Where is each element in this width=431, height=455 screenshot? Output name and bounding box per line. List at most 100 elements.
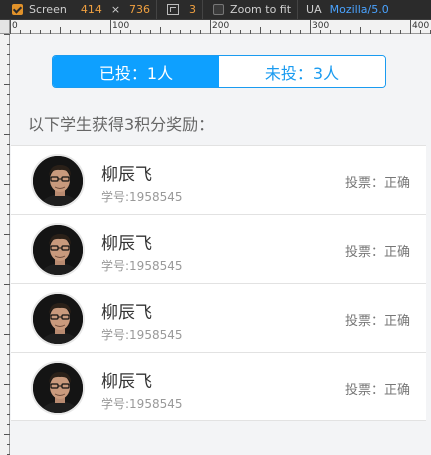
times-symbol: × (110, 3, 121, 16)
ruler-tick (20, 30, 21, 34)
divider (202, 0, 204, 19)
ruler-tick (4, 284, 10, 285)
ruler-tick (200, 30, 201, 34)
zoom-to-fit-label: Zoom to fit (230, 3, 292, 16)
avatar (31, 292, 85, 346)
vote-result: 投票：正确 (344, 245, 410, 260)
avatar (31, 154, 85, 208)
ruler-tick (40, 30, 41, 34)
vote-result: 投票：正确 (344, 314, 410, 329)
ruler-tick (80, 30, 81, 34)
ruler-tick (7, 374, 10, 375)
ruler-tick (7, 224, 10, 225)
vote-result: 投票：正确 (344, 176, 410, 191)
student-row[interactable]: 柳辰飞学号:1958545 投票：正确 (11, 214, 426, 283)
student-name: 柳辰飞 (101, 372, 152, 392)
ruler-tick (170, 30, 171, 34)
ruler-tick (410, 20, 411, 34)
screen-checkbox[interactable] (12, 4, 23, 15)
ruler-tick (4, 334, 10, 335)
student-id: 学号:1958545 (101, 397, 183, 411)
ruler-tick (7, 304, 10, 305)
ruler-tick (7, 44, 10, 45)
horizontal-ruler: 0 100 200 300 400 (10, 20, 431, 34)
ruler-label: 0 (12, 21, 18, 31)
ruler-tick (7, 324, 10, 325)
ruler-tick (4, 84, 10, 85)
ruler-tick (240, 30, 241, 34)
ruler-tick (160, 27, 161, 34)
student-id: 学号:1958545 (101, 328, 183, 342)
ruler-tick (70, 30, 71, 34)
ruler-tick (7, 124, 10, 125)
ruler-tick (370, 30, 371, 34)
ruler-tick (380, 30, 381, 34)
ruler-corner (0, 20, 10, 34)
student-row[interactable]: 柳辰飞学号:1958545 投票：正确 (11, 283, 426, 352)
ruler-tick (260, 27, 261, 34)
ruler-tick (7, 244, 10, 245)
student-row[interactable]: 柳辰飞 学号:1958545 投票：正确 (11, 352, 426, 421)
ruler-tick (150, 30, 151, 34)
student-row[interactable]: 柳辰飞学号:1958545 投票：正确 (11, 145, 426, 214)
ruler-tick (100, 30, 101, 34)
ruler-tick (10, 20, 11, 34)
ruler-tick (7, 74, 10, 75)
avatar (31, 223, 85, 277)
ruler-tick (7, 204, 10, 205)
ruler-tick (340, 30, 341, 34)
ruler-tick (7, 164, 10, 165)
ruler-tick (140, 30, 141, 34)
ruler-tick (7, 64, 10, 65)
page: 已投：1人 未投：3人 以下学生获得3积分奖励： 柳辰飞 学号:1958545 投票… (11, 35, 426, 455)
ruler-tick (270, 30, 271, 34)
ruler-label: 300 (312, 21, 330, 31)
ruler-tick (280, 30, 281, 34)
ruler-tick (7, 394, 10, 395)
student-list: 柳辰飞 学号:1958545 投票：正确 柳辰飞 学号:1958545 投票：正确 柳辰飞学… (11, 145, 426, 421)
screen-width-input[interactable]: 414 (81, 3, 102, 16)
ruler-tick (7, 354, 10, 355)
ruler-tick (7, 314, 10, 315)
student-name: 柳辰飞 (101, 303, 152, 323)
ruler-tick (7, 194, 10, 195)
ruler-tick (190, 30, 191, 34)
student-name: 柳辰飞 (101, 234, 152, 254)
ruler-tick (30, 30, 31, 34)
ruler-tick (400, 30, 401, 34)
ua-label: UA (306, 3, 322, 16)
ruler-tick (7, 144, 10, 145)
ruler-tick (7, 424, 10, 425)
ruler-tick (7, 264, 10, 265)
ua-input[interactable]: Mozilla/5.0 (330, 3, 389, 16)
ruler-tick (230, 30, 231, 34)
zoom-to-fit-checkbox[interactable] (213, 4, 225, 15)
student-id: 学号:1958545 (101, 259, 183, 273)
ruler-tick (7, 254, 10, 255)
student-id: 学号:1958545 (101, 190, 183, 204)
ruler-tick (4, 384, 10, 385)
ruler-tick (330, 30, 331, 34)
ruler-label: 100 (112, 21, 130, 31)
ruler-tick (210, 20, 211, 34)
device-pixel-ratio-icon (167, 4, 180, 15)
student-name: 柳辰飞 (101, 165, 152, 185)
screen-height-input[interactable]: 736 (129, 3, 150, 16)
tab-voted[interactable]: 已投：1人 (53, 56, 219, 87)
ruler-label: 400 (412, 21, 430, 31)
ruler-tick (110, 20, 111, 34)
ruler-tick (7, 444, 10, 445)
ruler-tick (130, 30, 131, 34)
screen-label: Screen (29, 3, 67, 16)
ruler-tick (290, 30, 291, 34)
reward-subtitle: 以下学生获得3积分奖励： (28, 115, 215, 134)
avatar (31, 361, 85, 415)
dpr-input[interactable]: 3 (189, 3, 196, 16)
tab-not-voted[interactable]: 未投：3人 (219, 56, 385, 87)
ruler-tick (4, 134, 10, 135)
ruler-tick (300, 30, 301, 34)
ruler-tick (60, 27, 61, 34)
ruler-tick (360, 27, 361, 34)
ruler-tick (50, 30, 51, 34)
ruler-tick (7, 294, 10, 295)
